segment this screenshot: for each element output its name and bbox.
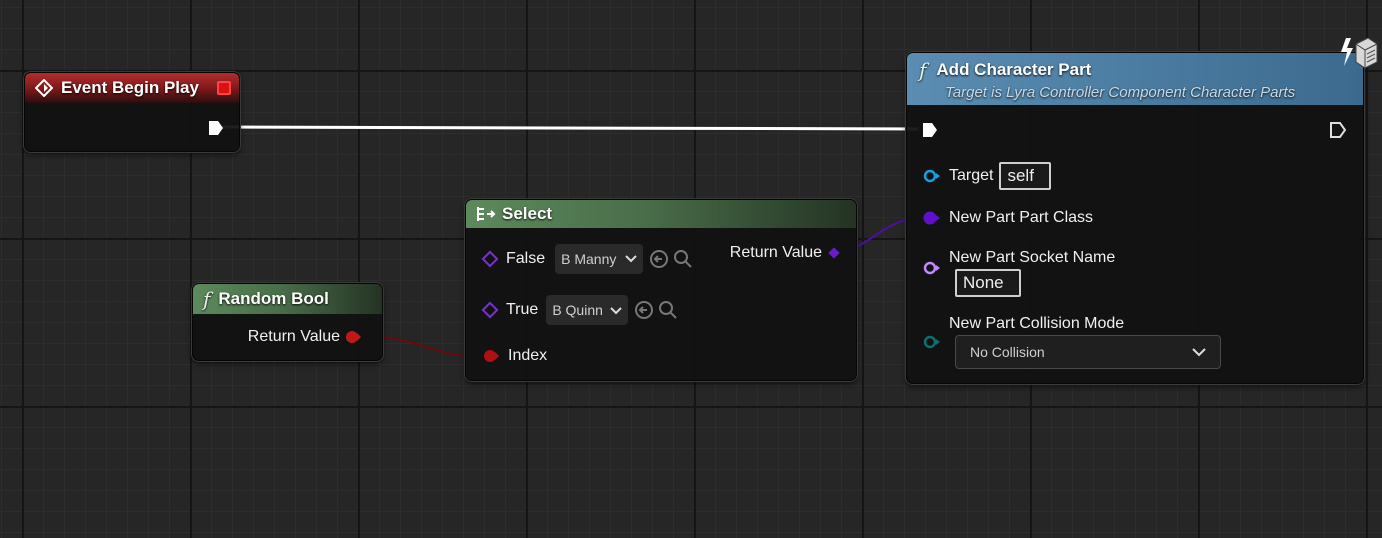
index-pin[interactable]: Index — [482, 347, 547, 365]
exec-wire[interactable] — [219, 125, 919, 131]
part-class-pin[interactable]: New Part Part Class — [923, 209, 1093, 227]
false-class-dropdown[interactable]: B Manny — [555, 244, 644, 274]
event-begin-play-node[interactable]: Event Begin Play — [24, 72, 240, 152]
use-selected-asset-icon[interactable] — [634, 300, 654, 320]
class-pin-icon[interactable] — [481, 250, 499, 268]
collision-mode-pin[interactable]: New Part Collision Mode No Collision — [923, 315, 1221, 369]
function-icon: f — [203, 287, 211, 311]
exec-input-pin[interactable] — [921, 121, 939, 139]
object-pin-icon[interactable] — [923, 169, 941, 183]
collision-mode-group: New Part Collision Mode No Collision — [949, 315, 1221, 369]
node-title: Event Begin Play — [61, 78, 199, 97]
true-class-dropdown[interactable]: B Quinn — [546, 295, 629, 325]
return-value-pin[interactable]: Return Value — [729, 244, 840, 262]
exec-output-pin[interactable] — [1329, 121, 1347, 139]
exec-output-pin[interactable] — [207, 119, 225, 137]
chevron-down-icon — [1192, 344, 1206, 360]
node-header[interactable]: Select — [466, 200, 856, 228]
pin-label: Return Value — [729, 244, 822, 261]
add-character-part-node[interactable]: f Add Character Part Target is Lyra Cont… — [906, 52, 1364, 384]
random-bool-node[interactable]: f Random Bool Return Value — [192, 283, 383, 361]
false-pin[interactable]: False B Manny — [481, 244, 693, 274]
node-title: Select — [502, 204, 553, 223]
node-header[interactable]: f Random Bool — [193, 284, 382, 314]
pin-label: True — [506, 301, 539, 318]
exec-pin-icon[interactable] — [921, 121, 939, 139]
use-selected-asset-icon[interactable] — [649, 249, 669, 269]
select-node[interactable]: Select False B Manny Return Value True B… — [465, 199, 857, 381]
socket-name-group: New Part Socket Name None — [949, 249, 1115, 297]
collision-mode-dropdown[interactable]: No Collision — [955, 335, 1221, 369]
dropdown-value: No Collision — [970, 344, 1045, 360]
enum-pin-icon[interactable] — [923, 335, 941, 349]
event-diamond-icon — [34, 78, 54, 98]
target-value-field[interactable]: self — [999, 162, 1052, 190]
pin-label: Index — [508, 347, 548, 364]
select-icon — [476, 205, 496, 223]
exec-pin-icon[interactable] — [207, 119, 225, 137]
dropdown-value: B Quinn — [552, 302, 603, 318]
true-pin[interactable]: True B Quinn — [481, 295, 678, 325]
search-icon[interactable] — [673, 249, 693, 269]
node-header[interactable]: f Add Character Part Target is Lyra Cont… — [907, 53, 1363, 105]
class-pin-icon[interactable] — [923, 211, 941, 225]
red-square-icon — [217, 81, 231, 95]
return-value-pin[interactable]: Return Value — [248, 328, 362, 346]
node-subtitle: Target is Lyra Controller Component Char… — [945, 83, 1296, 101]
dropdown-value: B Manny — [561, 251, 617, 267]
exec-pin-icon[interactable] — [1329, 121, 1347, 139]
name-pin-icon[interactable] — [923, 261, 941, 275]
socket-name-field[interactable]: None — [955, 269, 1021, 297]
node-title: Random Bool — [218, 289, 329, 308]
socket-name-pin[interactable]: New Part Socket Name None — [923, 249, 1115, 297]
pin-label: Return Value — [247, 328, 340, 345]
pin-label: New Part Part Class — [949, 209, 1094, 226]
boolean-pin-icon[interactable] — [482, 349, 500, 363]
server-lightning-icon — [1340, 36, 1378, 70]
pin-label: New Part Socket Name — [949, 249, 1116, 266]
boolean-pin-icon[interactable] — [346, 330, 362, 344]
target-pin[interactable]: Target self — [923, 162, 1052, 190]
function-icon: f — [919, 57, 927, 82]
chevron-down-icon — [625, 252, 637, 266]
pin-label: New Part Collision Mode — [949, 315, 1125, 332]
chevron-down-icon — [610, 302, 623, 318]
pin-label: False — [506, 250, 546, 267]
node-title: Add Character Part — [936, 59, 1092, 79]
search-icon[interactable] — [658, 300, 678, 320]
pin-label: Target — [949, 167, 994, 184]
node-header[interactable]: Event Begin Play — [25, 73, 239, 103]
class-pin-icon[interactable] — [481, 301, 499, 319]
class-pin-icon[interactable] — [828, 247, 840, 259]
